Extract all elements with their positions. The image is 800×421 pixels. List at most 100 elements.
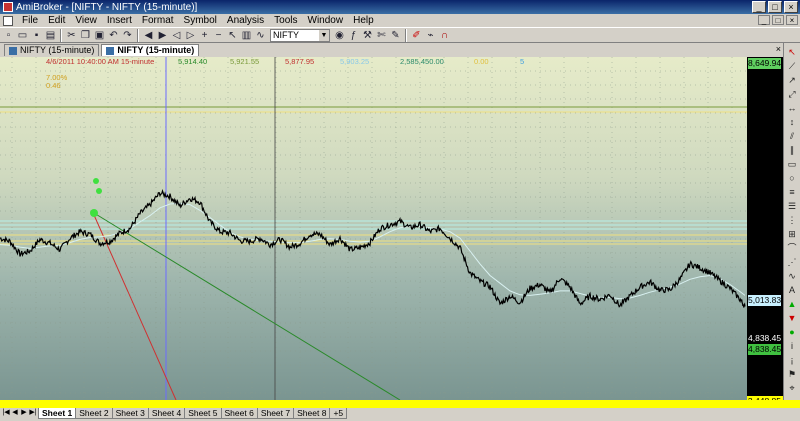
cycle-icon[interactable]: ∿ [786, 271, 799, 282]
arc-icon[interactable]: ⌒ [786, 243, 799, 254]
price-chart[interactable]: 4/6/2011 10:40:00 AM 15-minute 5,914.40 … [0, 57, 747, 400]
sheet-nav: |◀ ◀ ▶ ▶| [0, 408, 39, 418]
header-pct-2: 0.46 [46, 81, 61, 90]
zoom-in-icon[interactable]: + [198, 29, 211, 42]
print-icon[interactable]: ▤ [44, 29, 57, 42]
chart-canvas[interactable]: 4/6/2011 10:40:00 AM 15-minute 5,914.40 … [0, 57, 747, 400]
sheet-tab-7[interactable]: Sheet 7 [256, 408, 295, 419]
marker-icon[interactable]: ¡ [786, 355, 799, 366]
fan-icon[interactable]: ⋰ [786, 257, 799, 268]
sheet-tabs: |◀ ◀ ▶ ▶| Sheet 1 Sheet 2 Sheet 3 Sheet … [0, 408, 800, 421]
first-sheet-icon[interactable]: |◀ [2, 408, 10, 418]
horizontal-line-icon[interactable]: ↔ [786, 103, 799, 114]
mdi-minimize-button[interactable]: _ [758, 15, 770, 25]
scissors-icon[interactable]: ✄ [375, 29, 388, 42]
cut-icon[interactable]: ✂ [65, 29, 78, 42]
price-axis[interactable]: 8,649.94 5,013.83 4,838.45 4,838.45 [747, 57, 783, 400]
symbol-combo[interactable]: NIFTY ▼ [270, 28, 330, 42]
new-doc-icon[interactable]: ▫ [2, 29, 15, 42]
menu-analysis[interactable]: Analysis [222, 15, 269, 26]
close-doc-icon[interactable]: × [776, 44, 781, 54]
forward-icon[interactable]: ▶ [156, 29, 169, 42]
redo-icon[interactable]: ↷ [121, 29, 134, 42]
hammer-icon[interactable]: ⚒ [361, 29, 374, 42]
menu-symbol[interactable]: Symbol [179, 15, 222, 26]
rectangle-icon[interactable]: ▭ [786, 159, 799, 170]
fib-extension-icon[interactable]: ☰ [786, 201, 799, 212]
maximize-button[interactable]: □ [768, 1, 782, 13]
zoom-out-icon[interactable]: − [212, 29, 225, 42]
next-sheet-icon[interactable]: ▶ [20, 408, 28, 418]
pointer-icon[interactable]: ↖ [226, 29, 239, 42]
channel-icon[interactable]: ⫽ [786, 131, 799, 142]
menu-insert[interactable]: Insert [102, 15, 137, 26]
fibonacci-icon[interactable]: ≡ [786, 187, 799, 198]
last-sheet-icon[interactable]: ▶| [29, 408, 37, 418]
price-line [0, 189, 746, 308]
menu-tools[interactable]: Tools [269, 15, 302, 26]
menu-help[interactable]: Help [348, 15, 379, 26]
menu-edit[interactable]: Edit [43, 15, 70, 26]
vertical-line-icon[interactable]: ↕ [786, 117, 799, 128]
extended-line-icon[interactable]: ⤢ [786, 89, 799, 100]
close-button[interactable]: × [784, 1, 798, 13]
sheet-tab-more[interactable]: +5 [329, 408, 348, 419]
header-value-1: 0.00 [474, 57, 489, 66]
save-icon[interactable]: ▪ [30, 29, 43, 42]
line-tool-icon[interactable]: ⟋ [786, 61, 799, 72]
fib-timezone-icon[interactable]: ⋮ [786, 215, 799, 226]
info-icon[interactable]: i [786, 341, 799, 352]
price-label-mid: 5,013.83 [748, 295, 782, 306]
gann-icon[interactable]: ⊞ [786, 229, 799, 240]
document-tabs: NIFTY (15-minute) NIFTY (15-minute) × [0, 43, 783, 56]
magnet-icon[interactable]: ∩ [438, 29, 451, 42]
text-tool-icon[interactable]: A [786, 285, 799, 296]
wand-icon[interactable]: ⌁ [424, 29, 437, 42]
menu-file[interactable]: File [17, 15, 43, 26]
sheet-tab-6[interactable]: Sheet 6 [220, 408, 258, 419]
formula-icon[interactable]: ƒ [347, 29, 360, 42]
document-icon[interactable] [3, 15, 13, 26]
color-icon[interactable]: ✐ [410, 29, 423, 42]
sheet-tab-3[interactable]: Sheet 3 [111, 408, 149, 419]
doc-tab-label: NIFTY (15-minute) [20, 45, 95, 55]
scroll-left-icon[interactable]: ◁ [170, 29, 183, 42]
sheet-tab-4[interactable]: Sheet 4 [147, 408, 186, 419]
sheet-tab-1[interactable]: Sheet 1 [38, 408, 77, 419]
arrow-down-icon[interactable]: ▼ [786, 313, 799, 324]
minimize-button[interactable]: _ [752, 1, 766, 13]
copy-icon[interactable]: ❐ [79, 29, 92, 42]
mdi-restore-button[interactable]: □ [772, 15, 784, 25]
paste-icon[interactable]: ▣ [93, 29, 106, 42]
flag-icon[interactable]: ⚑ [786, 369, 799, 380]
menu-window[interactable]: Window [303, 15, 349, 26]
title-bar: AmiBroker - [NIFTY - NIFTY (15-minute)] … [0, 0, 800, 14]
doc-tab-2[interactable]: NIFTY (15-minute) [101, 44, 200, 56]
ray-tool-icon[interactable]: ↗ [786, 75, 799, 86]
open-folder-icon[interactable]: ▭ [16, 29, 29, 42]
pointer-icon[interactable]: ↖ [786, 47, 799, 58]
sheet-tab-2[interactable]: Sheet 2 [75, 408, 113, 419]
eye-icon[interactable]: ◉ [333, 29, 346, 42]
doc-tab-1[interactable]: NIFTY (15-minute) [4, 44, 100, 56]
scroll-right-icon[interactable]: ▷ [184, 29, 197, 42]
back-icon[interactable]: ◀ [142, 29, 155, 42]
prev-sheet-icon[interactable]: ◀ [11, 408, 19, 418]
indicator-icon[interactable]: ∿ [254, 29, 267, 42]
measure-icon[interactable]: ⌖ [786, 383, 799, 394]
ellipse-icon[interactable]: ○ [786, 173, 799, 184]
menu-view[interactable]: View [70, 15, 102, 26]
chart-type-icon[interactable]: ▥ [240, 29, 253, 42]
undo-icon[interactable]: ↶ [107, 29, 120, 42]
pen-icon[interactable]: ✎ [389, 29, 402, 42]
color-circle-icon[interactable]: ● [786, 327, 799, 338]
sheet-tab-8[interactable]: Sheet 8 [293, 408, 331, 419]
chevron-down-icon[interactable]: ▼ [319, 29, 329, 41]
menu-format[interactable]: Format [137, 15, 179, 26]
arrow-up-icon[interactable]: ▲ [786, 299, 799, 310]
mdi-close-button[interactable]: × [786, 15, 798, 25]
main-toolbar: ▫ ▭ ▪ ▤ ✂ ❐ ▣ ↶ ↷ ◀ ▶ ◁ ▷ + − ↖ ▥ ∿ NIFT… [0, 27, 800, 43]
sheet-tab-5[interactable]: Sheet 5 [184, 408, 222, 419]
parallel-icon[interactable]: ∥ [786, 145, 799, 156]
header-high: 5,921.55 [230, 57, 259, 66]
